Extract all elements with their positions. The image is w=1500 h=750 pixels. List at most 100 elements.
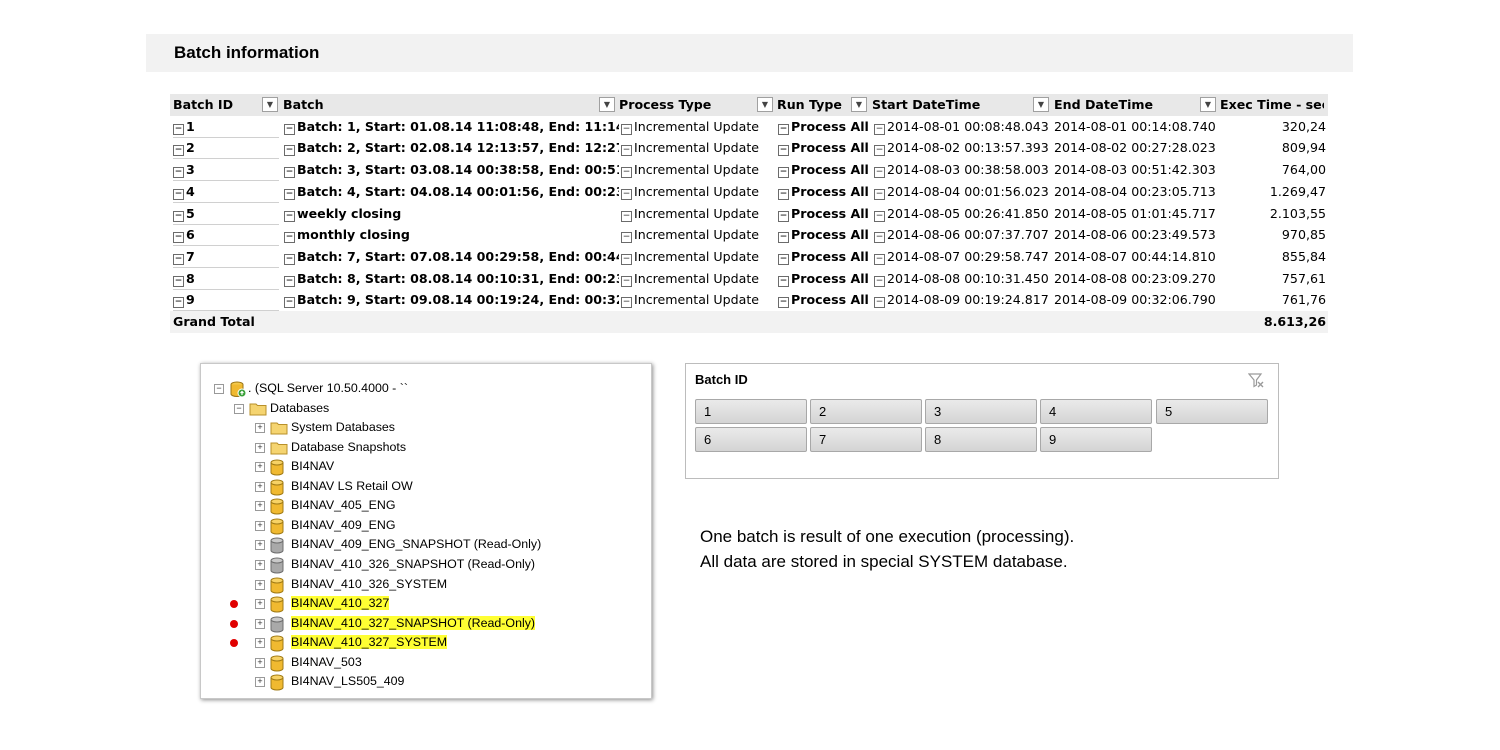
- batch-cell[interactable]: − Batch: 9, Start: 09.08.14 00:19:24, End…: [284, 292, 619, 309]
- batch-id-filter-dropdown-icon[interactable]: ▼: [262, 97, 278, 112]
- process-type-cell[interactable]: − Incremental Update: [621, 292, 775, 309]
- run-type-cell[interactable]: − Process All: [778, 227, 874, 244]
- tree-node[interactable]: + BI4NAV_LS505_409: [201, 672, 651, 691]
- expand-icon[interactable]: +: [255, 579, 265, 590]
- batch-filter-dropdown-icon[interactable]: ▼: [599, 97, 615, 112]
- collapse-icon[interactable]: −: [173, 145, 184, 157]
- collapse-icon[interactable]: −: [284, 275, 295, 287]
- collapse-icon[interactable]: −: [778, 232, 789, 244]
- batch-cell[interactable]: − Batch: 1, Start: 01.08.14 11:08:48, End…: [284, 119, 619, 135]
- collapse-icon[interactable]: −: [621, 145, 632, 157]
- collapse-icon[interactable]: −: [284, 253, 295, 265]
- expand-icon[interactable]: +: [255, 501, 265, 512]
- slicer-item-1[interactable]: 1: [695, 399, 807, 424]
- collapse-icon[interactable]: −: [874, 188, 885, 200]
- tree-node[interactable]: + BI4NAV_410_326_SYSTEM: [201, 575, 651, 594]
- collapse-icon[interactable]: −: [621, 167, 632, 179]
- slicer-item-3[interactable]: 3: [925, 399, 1037, 424]
- collapse-icon[interactable]: −: [874, 275, 885, 287]
- process-type-cell[interactable]: − Incremental Update: [621, 119, 775, 135]
- process-type-cell[interactable]: − Incremental Update: [621, 184, 775, 200]
- run-type-cell[interactable]: − Process All: [778, 184, 874, 200]
- collapse-icon[interactable]: −: [173, 232, 184, 244]
- start-datetime-cell[interactable]: −2014-08-02 00:13:57.393: [874, 140, 1054, 157]
- batch-cell[interactable]: − Batch: 2, Start: 02.08.14 12:13:57, End…: [284, 140, 619, 157]
- collapse-icon[interactable]: −: [173, 275, 184, 287]
- slicer-item-9[interactable]: 9: [1040, 427, 1152, 452]
- tree-node[interactable]: + System Databases: [201, 418, 651, 437]
- process-type-cell[interactable]: − Incremental Update: [621, 140, 775, 157]
- collapse-icon[interactable]: −: [778, 210, 789, 222]
- tree-node[interactable]: + BI4NAV_503: [201, 653, 651, 672]
- collapse-icon[interactable]: −: [621, 232, 632, 244]
- collapse-icon[interactable]: −: [284, 145, 295, 157]
- tree-node[interactable]: + BI4NAV_405_ENG: [201, 496, 651, 515]
- tree-node[interactable]: − . (SQL Server 10.50.4000 - ``: [201, 379, 651, 398]
- run-type-filter-dropdown-icon[interactable]: ▼: [851, 97, 867, 112]
- expand-icon[interactable]: +: [255, 423, 265, 434]
- batch-id-cell[interactable]: −2: [173, 140, 279, 160]
- collapse-icon[interactable]: −: [284, 297, 295, 309]
- expand-icon[interactable]: +: [255, 559, 265, 570]
- slicer-item-7[interactable]: 7: [810, 427, 922, 452]
- tree-node[interactable]: + BI4NAV_410_326_SNAPSHOT (Read-Only): [201, 555, 651, 574]
- run-type-cell[interactable]: − Process All: [778, 140, 874, 157]
- batch-cell[interactable]: − monthly closing: [284, 227, 619, 244]
- expand-icon[interactable]: +: [255, 520, 265, 531]
- slicer-item-5[interactable]: 5: [1156, 399, 1268, 424]
- collapse-icon[interactable]: −: [173, 167, 184, 179]
- batch-id-cell[interactable]: −7: [173, 249, 279, 268]
- start-datetime-cell[interactable]: −2014-08-03 00:38:58.003: [874, 162, 1054, 179]
- collapse-icon[interactable]: −: [621, 297, 632, 309]
- expand-icon[interactable]: +: [255, 677, 265, 688]
- batch-id-cell[interactable]: −9: [173, 292, 279, 312]
- batch-cell[interactable]: − Batch: 3, Start: 03.08.14 00:38:58, End…: [284, 162, 619, 179]
- tree-node[interactable]: + BI4NAV_410_327_SNAPSHOT (Read-Only): [201, 614, 651, 633]
- collapse-icon[interactable]: −: [234, 403, 244, 414]
- slicer-item-2[interactable]: 2: [810, 399, 922, 424]
- tree-node[interactable]: − Databases: [201, 399, 651, 418]
- collapse-icon[interactable]: −: [284, 210, 295, 222]
- tree-node[interactable]: + BI4NAV_409_ENG: [201, 516, 651, 535]
- collapse-icon[interactable]: −: [778, 253, 789, 265]
- end-datetime-filter-dropdown-icon[interactable]: ▼: [1200, 97, 1216, 112]
- collapse-icon[interactable]: −: [778, 297, 789, 309]
- expand-icon[interactable]: +: [255, 462, 265, 473]
- start-datetime-cell[interactable]: −2014-08-06 00:07:37.707: [874, 227, 1054, 244]
- batch-cell[interactable]: − weekly closing: [284, 206, 619, 222]
- process-type-cell[interactable]: − Incremental Update: [621, 271, 775, 287]
- slicer-item-4[interactable]: 4: [1040, 399, 1152, 424]
- start-datetime-cell[interactable]: −2014-08-04 00:01:56.023: [874, 184, 1054, 200]
- process-type-cell[interactable]: − Incremental Update: [621, 227, 775, 244]
- slicer-item-8[interactable]: 8: [925, 427, 1037, 452]
- run-type-cell[interactable]: − Process All: [778, 249, 874, 265]
- collapse-icon[interactable]: −: [874, 297, 885, 309]
- batch-cell[interactable]: − Batch: 4, Start: 04.08.14 00:01:56, End…: [284, 184, 619, 200]
- expand-icon[interactable]: +: [255, 657, 265, 668]
- collapse-icon[interactable]: −: [778, 167, 789, 179]
- tree-node[interactable]: + BI4NAV_409_ENG_SNAPSHOT (Read-Only): [201, 535, 651, 554]
- expand-icon[interactable]: +: [255, 540, 265, 551]
- tree-node[interactable]: + BI4NAV_410_327: [201, 594, 651, 613]
- batch-id-cell[interactable]: −3: [173, 162, 279, 182]
- collapse-icon[interactable]: −: [214, 384, 224, 394]
- start-datetime-cell[interactable]: −2014-08-09 00:19:24.817: [874, 292, 1054, 309]
- collapse-icon[interactable]: −: [284, 232, 295, 244]
- collapse-icon[interactable]: −: [173, 253, 184, 265]
- collapse-icon[interactable]: −: [284, 123, 295, 135]
- collapse-icon[interactable]: −: [173, 210, 184, 222]
- collapse-icon[interactable]: −: [173, 188, 184, 200]
- collapse-icon[interactable]: −: [778, 275, 789, 287]
- batch-id-cell[interactable]: −6: [173, 227, 279, 247]
- collapse-icon[interactable]: −: [621, 123, 632, 135]
- collapse-icon[interactable]: −: [284, 188, 295, 200]
- collapse-icon[interactable]: −: [778, 145, 789, 157]
- collapse-icon[interactable]: −: [874, 145, 885, 157]
- process-type-cell[interactable]: − Incremental Update: [621, 206, 775, 222]
- start-datetime-cell[interactable]: −2014-08-07 00:29:58.747: [874, 249, 1054, 265]
- collapse-icon[interactable]: −: [173, 123, 184, 135]
- batch-id-cell[interactable]: −8: [173, 271, 279, 290]
- tree-node[interactable]: + BI4NAV_410_327_SYSTEM: [201, 633, 651, 652]
- tree-node[interactable]: + BI4NAV LS Retail OW: [201, 477, 651, 496]
- tree-node[interactable]: + BI4NAV: [201, 457, 651, 476]
